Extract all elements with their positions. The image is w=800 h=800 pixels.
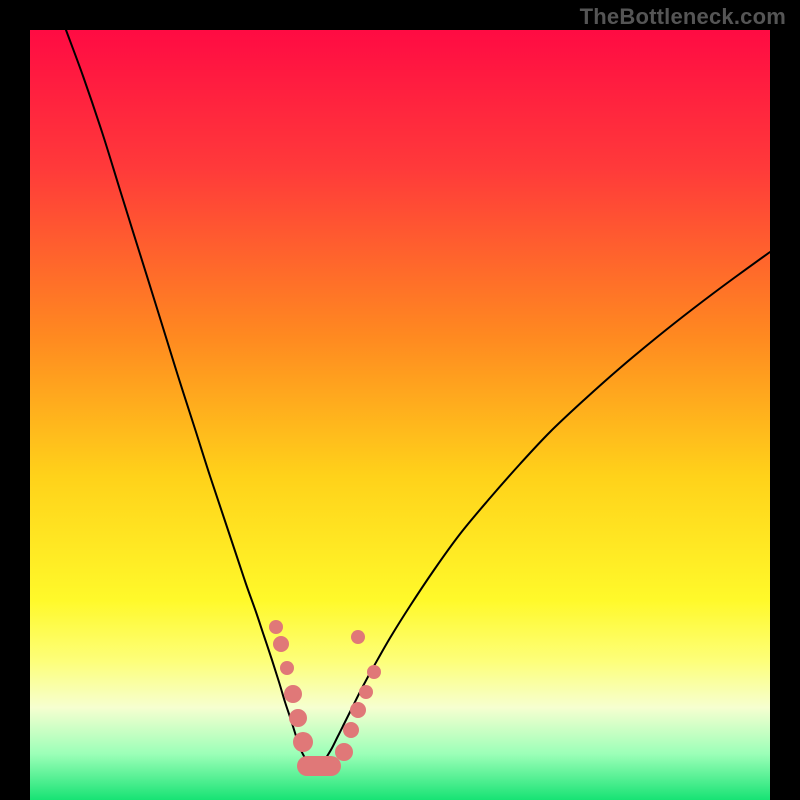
marker bbox=[343, 722, 359, 738]
watermark-text: TheBottleneck.com bbox=[580, 4, 786, 30]
marker bbox=[351, 630, 365, 644]
chart-svg bbox=[0, 0, 800, 800]
marker bbox=[350, 702, 366, 718]
marker bbox=[280, 661, 294, 675]
chart-frame: { "watermark": "TheBottleneck.com", "cha… bbox=[0, 0, 800, 800]
marker bbox=[289, 709, 307, 727]
marker bbox=[293, 732, 313, 752]
marker bbox=[284, 685, 302, 703]
marker bbox=[297, 756, 341, 776]
marker bbox=[273, 636, 289, 652]
marker bbox=[359, 685, 373, 699]
marker bbox=[269, 620, 283, 634]
marker bbox=[367, 665, 381, 679]
marker bbox=[335, 743, 353, 761]
plot-background bbox=[30, 30, 770, 800]
